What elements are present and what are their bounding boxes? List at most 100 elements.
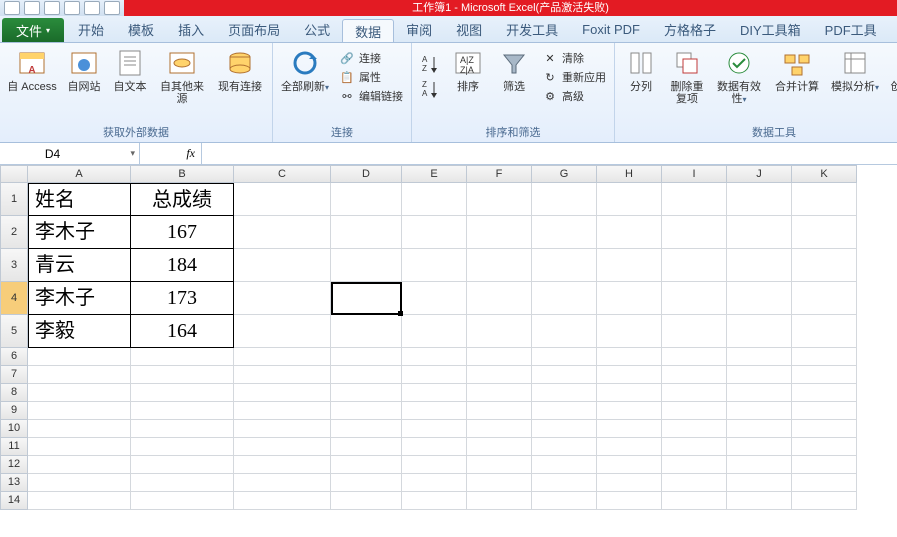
cell[interactable] bbox=[532, 249, 597, 282]
cell[interactable] bbox=[331, 402, 402, 420]
cell[interactable] bbox=[792, 420, 857, 438]
qat-save-button[interactable] bbox=[4, 1, 20, 15]
cell[interactable] bbox=[131, 456, 234, 474]
sort-za-button[interactable]: ZA bbox=[416, 78, 444, 102]
cell[interactable] bbox=[662, 402, 727, 420]
row-header[interactable]: 7 bbox=[0, 366, 28, 384]
cell[interactable] bbox=[234, 402, 331, 420]
advanced-filter-button[interactable]: ⚙高级 bbox=[538, 87, 610, 105]
cell[interactable] bbox=[234, 315, 331, 348]
cell[interactable] bbox=[792, 249, 857, 282]
cell[interactable] bbox=[727, 315, 792, 348]
cell[interactable] bbox=[234, 216, 331, 249]
col-header-e[interactable]: E bbox=[402, 165, 467, 183]
cell[interactable] bbox=[234, 384, 331, 402]
cell[interactable] bbox=[467, 402, 532, 420]
col-header-a[interactable]: A bbox=[28, 165, 131, 183]
fx-button[interactable]: fx bbox=[140, 143, 202, 164]
cell[interactable] bbox=[467, 216, 532, 249]
cell[interactable] bbox=[662, 456, 727, 474]
col-header-i[interactable]: I bbox=[662, 165, 727, 183]
row-header[interactable]: 2 bbox=[0, 216, 28, 249]
cell[interactable] bbox=[234, 282, 331, 315]
cell[interactable] bbox=[662, 183, 727, 216]
cell[interactable] bbox=[234, 474, 331, 492]
cell[interactable]: 青云 bbox=[28, 249, 131, 282]
cell[interactable] bbox=[331, 315, 402, 348]
sort-az-button[interactable]: AZ bbox=[416, 53, 444, 77]
cell[interactable]: 184 bbox=[131, 249, 234, 282]
tab-templates[interactable]: 模板 bbox=[116, 16, 166, 42]
cell[interactable] bbox=[597, 492, 662, 510]
cell[interactable] bbox=[597, 366, 662, 384]
cell[interactable] bbox=[331, 348, 402, 366]
sort-button[interactable]: A|ZZ|A 排序 bbox=[446, 45, 490, 95]
cell[interactable] bbox=[234, 366, 331, 384]
row-header[interactable]: 4 bbox=[0, 282, 28, 315]
cell[interactable] bbox=[331, 384, 402, 402]
cell[interactable] bbox=[532, 282, 597, 315]
cell[interactable] bbox=[402, 420, 467, 438]
cell[interactable] bbox=[792, 183, 857, 216]
row-header[interactable]: 3 bbox=[0, 249, 28, 282]
cell[interactable] bbox=[727, 456, 792, 474]
cell[interactable] bbox=[467, 183, 532, 216]
cell[interactable] bbox=[402, 492, 467, 510]
cell[interactable] bbox=[131, 366, 234, 384]
filter-button[interactable]: 筛选 bbox=[492, 45, 536, 95]
cell[interactable] bbox=[532, 474, 597, 492]
cell[interactable] bbox=[402, 315, 467, 348]
cell[interactable] bbox=[727, 384, 792, 402]
cell[interactable]: 164 bbox=[131, 315, 234, 348]
row-header[interactable]: 5 bbox=[0, 315, 28, 348]
cell[interactable]: 李木子 bbox=[28, 216, 131, 249]
cell[interactable] bbox=[792, 348, 857, 366]
cell[interactable] bbox=[402, 366, 467, 384]
cell[interactable] bbox=[662, 474, 727, 492]
cell[interactable] bbox=[532, 384, 597, 402]
col-header-k[interactable]: K bbox=[792, 165, 857, 183]
cell[interactable]: 姓名 bbox=[28, 183, 131, 216]
cell[interactable] bbox=[662, 438, 727, 456]
cell[interactable] bbox=[597, 348, 662, 366]
cell[interactable] bbox=[792, 474, 857, 492]
connections-button[interactable]: 🔗连接 bbox=[335, 49, 407, 67]
cell[interactable] bbox=[662, 348, 727, 366]
row-header[interactable]: 8 bbox=[0, 384, 28, 402]
cell[interactable] bbox=[792, 216, 857, 249]
tab-file[interactable]: 文件 ▾ bbox=[2, 18, 64, 42]
cell[interactable] bbox=[234, 456, 331, 474]
remove-duplicates-button[interactable]: 删除重复项 bbox=[665, 45, 709, 107]
qat-btn-5[interactable] bbox=[84, 1, 100, 15]
cell[interactable] bbox=[597, 249, 662, 282]
cell[interactable] bbox=[131, 474, 234, 492]
cell[interactable] bbox=[597, 315, 662, 348]
cell[interactable] bbox=[28, 384, 131, 402]
col-header-f[interactable]: F bbox=[467, 165, 532, 183]
cell[interactable] bbox=[234, 438, 331, 456]
tab-diy[interactable]: DIY工具箱 bbox=[728, 16, 813, 42]
cell[interactable] bbox=[402, 348, 467, 366]
cell[interactable]: 李木子 bbox=[28, 282, 131, 315]
cell[interactable] bbox=[532, 420, 597, 438]
from-other-button[interactable]: 自其他来源 bbox=[154, 45, 210, 107]
cell[interactable] bbox=[532, 366, 597, 384]
cell[interactable] bbox=[234, 249, 331, 282]
cell[interactable] bbox=[402, 456, 467, 474]
cell[interactable] bbox=[792, 315, 857, 348]
col-header-j[interactable]: J bbox=[727, 165, 792, 183]
clear-filter-button[interactable]: ✕清除 bbox=[538, 49, 610, 67]
cell[interactable] bbox=[331, 420, 402, 438]
tab-foxit[interactable]: Foxit PDF bbox=[570, 16, 652, 42]
cell[interactable] bbox=[402, 216, 467, 249]
cell[interactable] bbox=[597, 216, 662, 249]
whatif-button[interactable]: 模拟分析 bbox=[827, 45, 883, 96]
cell[interactable]: 总成绩 bbox=[131, 183, 234, 216]
row-header[interactable]: 10 bbox=[0, 420, 28, 438]
cell[interactable] bbox=[792, 366, 857, 384]
cell[interactable] bbox=[28, 420, 131, 438]
tab-fangge[interactable]: 方格格子 bbox=[652, 16, 728, 42]
cell[interactable] bbox=[532, 315, 597, 348]
cell[interactable] bbox=[532, 183, 597, 216]
cell[interactable] bbox=[792, 438, 857, 456]
